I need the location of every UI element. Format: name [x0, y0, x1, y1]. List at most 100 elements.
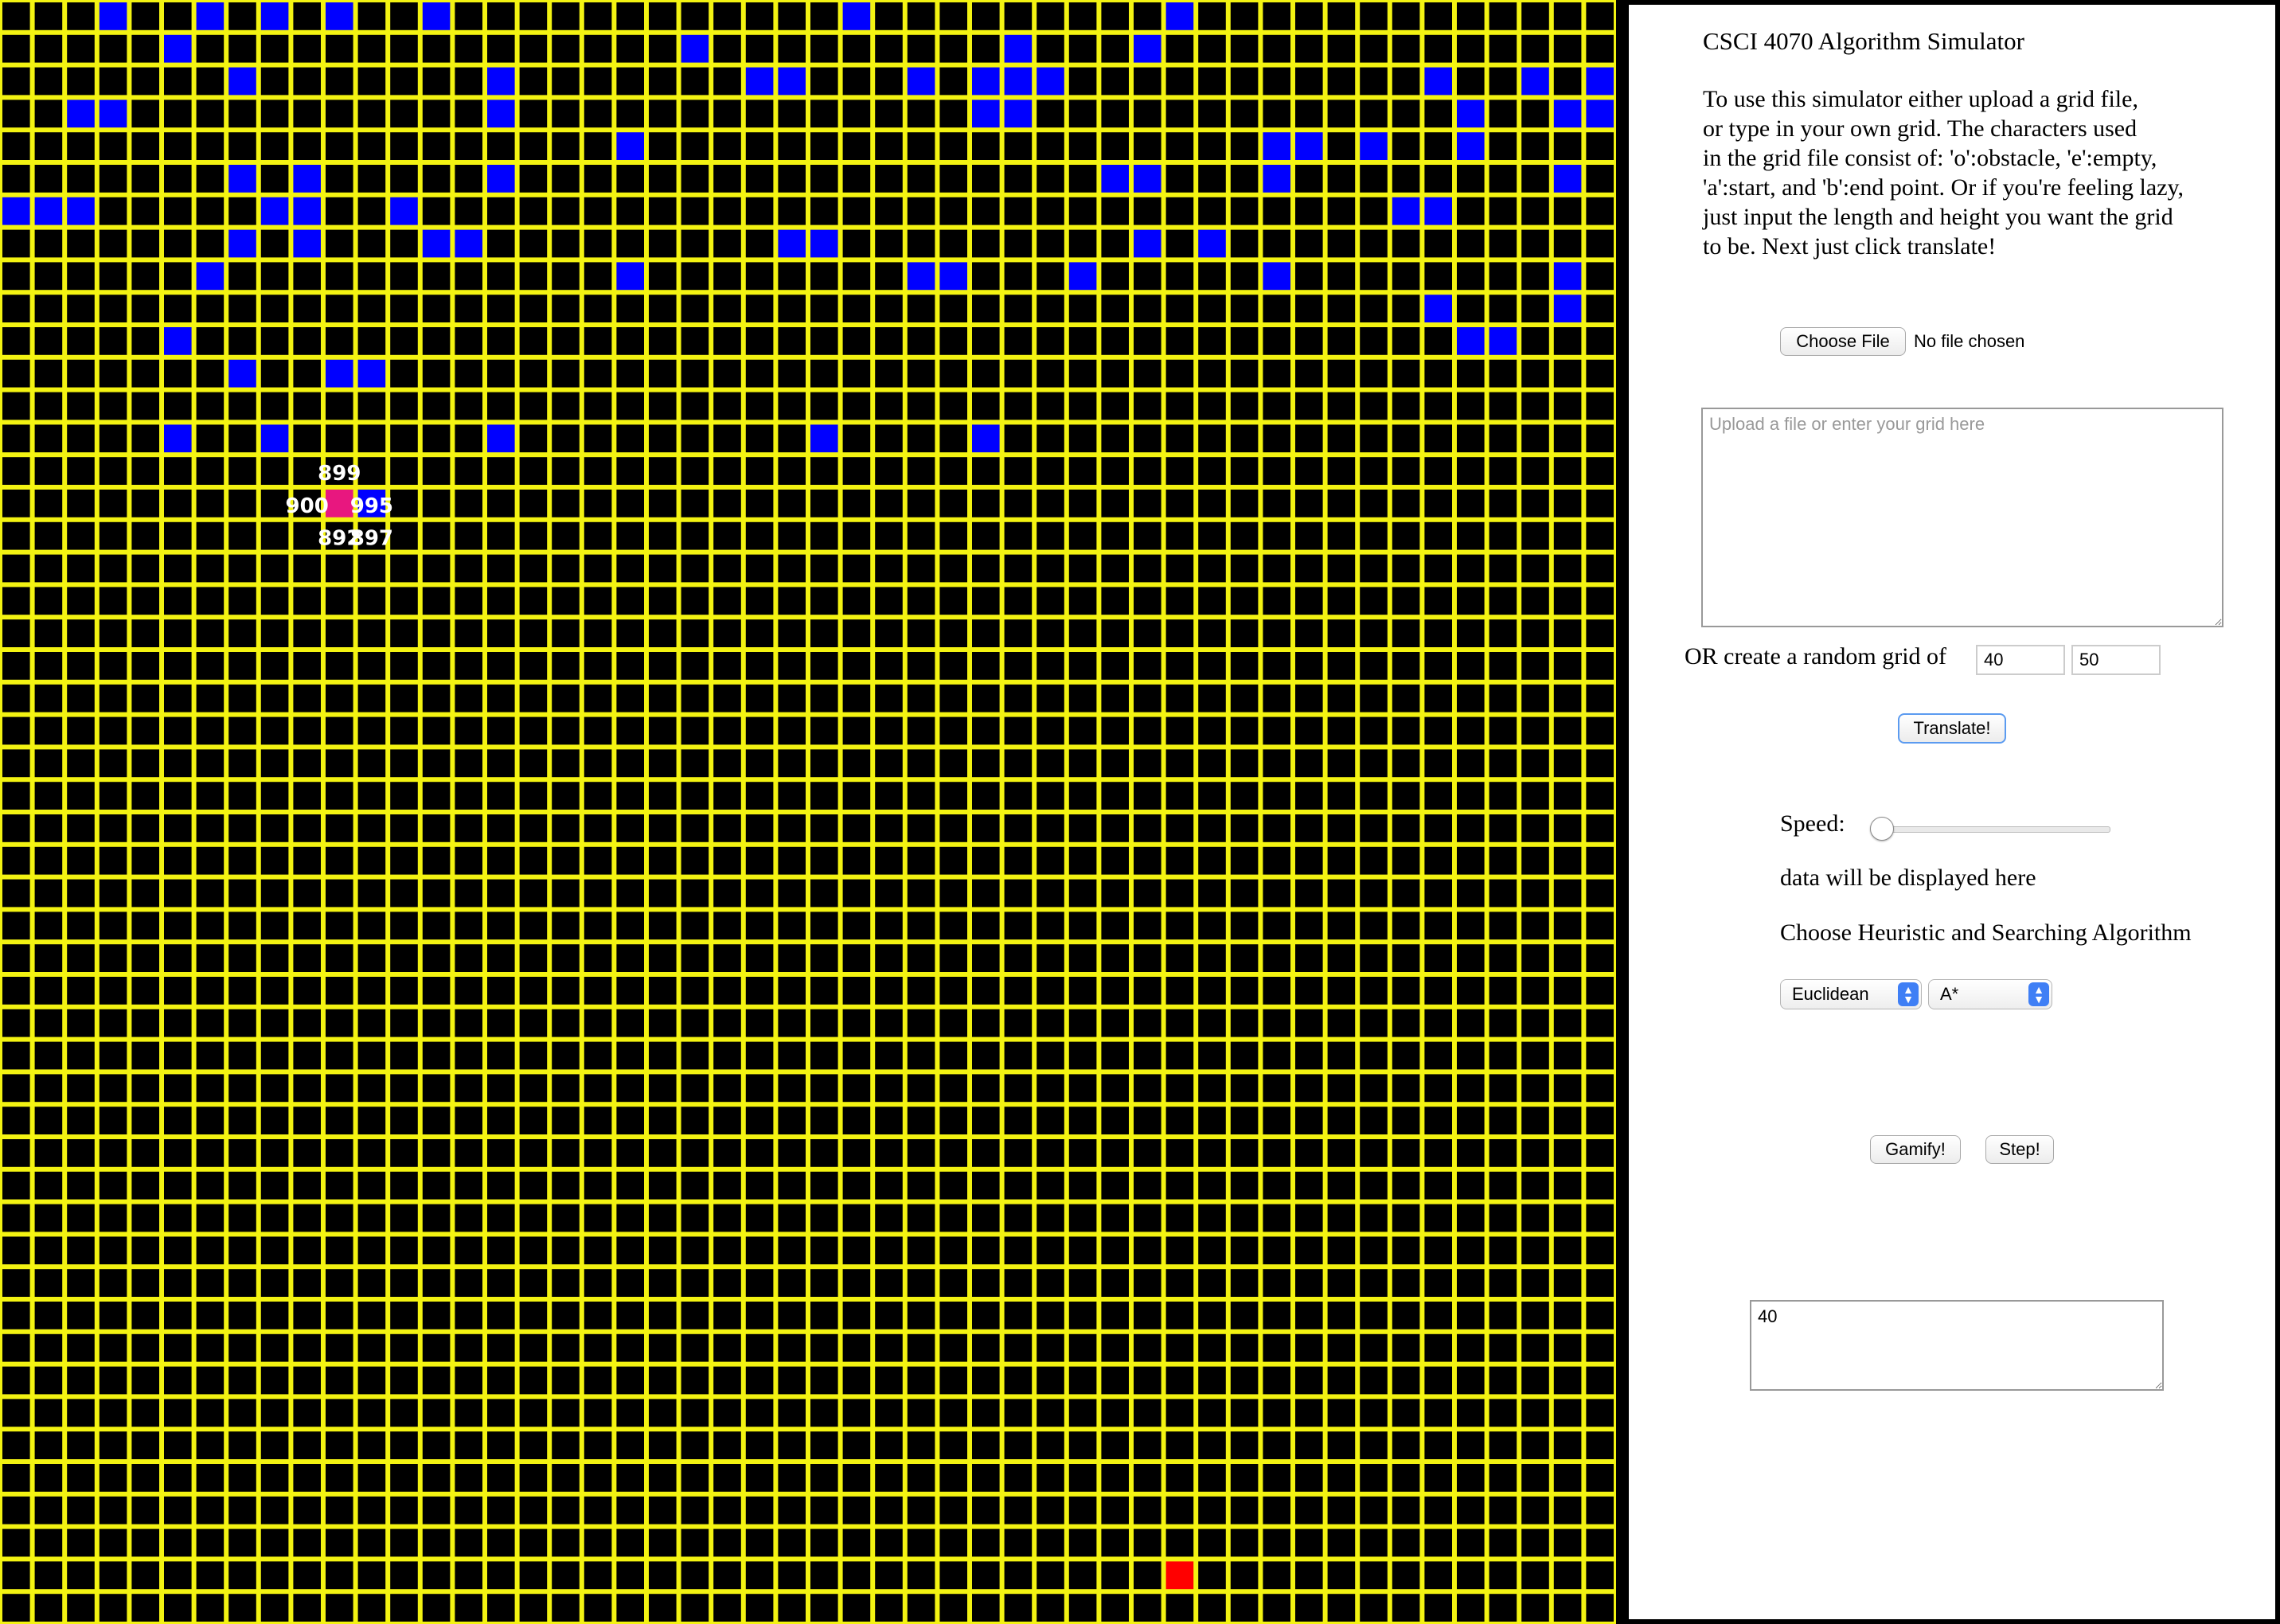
grid-cell-empty[interactable]: [260, 1594, 289, 1622]
grid-cell-empty[interactable]: [1586, 132, 1614, 160]
grid-cell-empty[interactable]: [842, 262, 871, 291]
grid-cell-empty[interactable]: [1004, 1366, 1033, 1395]
grid-cell-empty[interactable]: [34, 879, 63, 908]
grid-cell-empty[interactable]: [1165, 197, 1194, 225]
grid-cell-empty[interactable]: [616, 814, 644, 842]
grid-cell-empty[interactable]: [713, 652, 741, 680]
grid-cell-empty[interactable]: [1198, 34, 1226, 63]
grid-cell-empty[interactable]: [907, 716, 935, 745]
grid-cell-empty[interactable]: [131, 327, 159, 355]
grid-cell-empty[interactable]: [875, 229, 903, 258]
grid-cell-empty[interactable]: [1068, 424, 1097, 453]
grid-cell-empty[interactable]: [649, 295, 677, 322]
grid-cell-empty[interactable]: [1037, 34, 1064, 63]
grid-cell-empty[interactable]: [357, 1464, 386, 1492]
grid-cell-empty[interactable]: [455, 1041, 482, 1070]
grid-cell-empty[interactable]: [713, 1594, 741, 1622]
grid-cell-empty[interactable]: [745, 944, 774, 972]
grid-cell-empty[interactable]: [1360, 554, 1388, 583]
grid-cell-empty[interactable]: [1489, 457, 1517, 485]
grid-cell-empty[interactable]: [1165, 165, 1194, 193]
grid-cell-empty[interactable]: [616, 1561, 644, 1590]
grid-cell-empty[interactable]: [1327, 1171, 1356, 1200]
grid-cell-empty[interactable]: [1165, 846, 1194, 875]
grid-cell-empty[interactable]: [1037, 1399, 1064, 1427]
grid-cell-empty[interactable]: [1489, 879, 1517, 908]
grid-cell-empty[interactable]: [810, 1366, 838, 1395]
grid-cell-empty[interactable]: [164, 1464, 192, 1492]
grid-cell-empty[interactable]: [519, 814, 548, 842]
grid-cell-empty[interactable]: [649, 1496, 677, 1524]
grid-cell-empty[interactable]: [455, 34, 482, 63]
grid-cell-empty[interactable]: [972, 652, 1000, 680]
grid-cell-empty[interactable]: [552, 424, 580, 453]
grid-cell-empty[interactable]: [875, 327, 903, 355]
grid-cell-empty[interactable]: [972, 1366, 1000, 1395]
grid-cell-empty[interactable]: [1068, 782, 1097, 810]
grid-cell-empty[interactable]: [390, 1269, 418, 1297]
grid-cell-empty[interactable]: [584, 457, 612, 485]
grid-cell-empty[interactable]: [1134, 716, 1161, 745]
grid-cell-empty[interactable]: [1198, 327, 1226, 355]
grid-cell-empty[interactable]: [390, 977, 418, 1005]
grid-cell-empty[interactable]: [681, 295, 709, 322]
grid-cell-empty[interactable]: [907, 359, 935, 388]
grid-cell-empty[interactable]: [1198, 197, 1226, 225]
grid-cell-empty[interactable]: [99, 1236, 127, 1265]
grid-cell-empty[interactable]: [2, 944, 30, 972]
grid-cell-empty[interactable]: [875, 716, 903, 745]
grid-cell-empty[interactable]: [67, 132, 95, 160]
grid-cell-empty[interactable]: [326, 1496, 353, 1524]
grid-cell-empty[interactable]: [1360, 1302, 1388, 1329]
grid-cell-empty[interactable]: [649, 652, 677, 680]
grid-cell-empty[interactable]: [552, 1009, 580, 1037]
grid-cell-obstacle[interactable]: [487, 100, 515, 128]
grid-cell-empty[interactable]: [810, 1236, 838, 1265]
grid-cell-empty[interactable]: [1392, 1204, 1420, 1232]
grid-cell-empty[interactable]: [552, 1561, 580, 1590]
grid-cell-empty[interactable]: [778, 1302, 806, 1329]
grid-cell-empty[interactable]: [1521, 587, 1549, 615]
grid-cell-empty[interactable]: [810, 944, 838, 972]
grid-cell-empty[interactable]: [228, 1399, 256, 1427]
grid-cell-empty[interactable]: [810, 165, 838, 193]
grid-cell-empty[interactable]: [972, 359, 1000, 388]
grid-cell-empty[interactable]: [875, 1107, 903, 1134]
grid-cell-obstacle[interactable]: [455, 229, 482, 258]
grid-cell-empty[interactable]: [1327, 619, 1356, 647]
grid-cell-empty[interactable]: [875, 814, 903, 842]
grid-cell-empty[interactable]: [2, 1302, 30, 1329]
grid-cell-empty[interactable]: [907, 912, 935, 940]
grid-cell-empty[interactable]: [745, 34, 774, 63]
grid-cell-empty[interactable]: [1424, 457, 1452, 485]
grid-cell-empty[interactable]: [875, 846, 903, 875]
grid-cell-empty[interactable]: [228, 132, 256, 160]
grid-cell-empty[interactable]: [1424, 782, 1452, 810]
grid-cell-empty[interactable]: [649, 34, 677, 63]
grid-cell-empty[interactable]: [842, 554, 871, 583]
grid-cell-empty[interactable]: [1037, 912, 1064, 940]
grid-cell-empty[interactable]: [1295, 684, 1323, 712]
grid-cell-empty[interactable]: [875, 1431, 903, 1459]
grid-cell-empty[interactable]: [681, 392, 709, 420]
grid-cell-empty[interactable]: [907, 749, 935, 778]
grid-cell-empty[interactable]: [1230, 132, 1259, 160]
grid-cell-empty[interactable]: [1037, 392, 1064, 420]
grid-cell-empty[interactable]: [616, 229, 644, 258]
grid-cell-empty[interactable]: [1198, 490, 1226, 517]
grid-cell-empty[interactable]: [681, 782, 709, 810]
grid-cell-empty[interactable]: [681, 1009, 709, 1037]
grid-cell-empty[interactable]: [616, 977, 644, 1005]
grid-cell-empty[interactable]: [1424, 1399, 1452, 1427]
grid-cell-empty[interactable]: [196, 944, 224, 972]
grid-cell-empty[interactable]: [67, 1139, 95, 1167]
grid-cell-empty[interactable]: [584, 521, 612, 550]
grid-cell-empty[interactable]: [1553, 716, 1582, 745]
grid-cell-empty[interactable]: [357, 67, 386, 96]
grid-cell-empty[interactable]: [1037, 814, 1064, 842]
grid-cell-empty[interactable]: [1392, 814, 1420, 842]
grid-cell-empty[interactable]: [1101, 1399, 1129, 1427]
grid-cell-empty[interactable]: [1295, 1399, 1323, 1427]
grid-cell-empty[interactable]: [1392, 1464, 1420, 1492]
grid-cell-empty[interactable]: [1230, 1269, 1259, 1297]
